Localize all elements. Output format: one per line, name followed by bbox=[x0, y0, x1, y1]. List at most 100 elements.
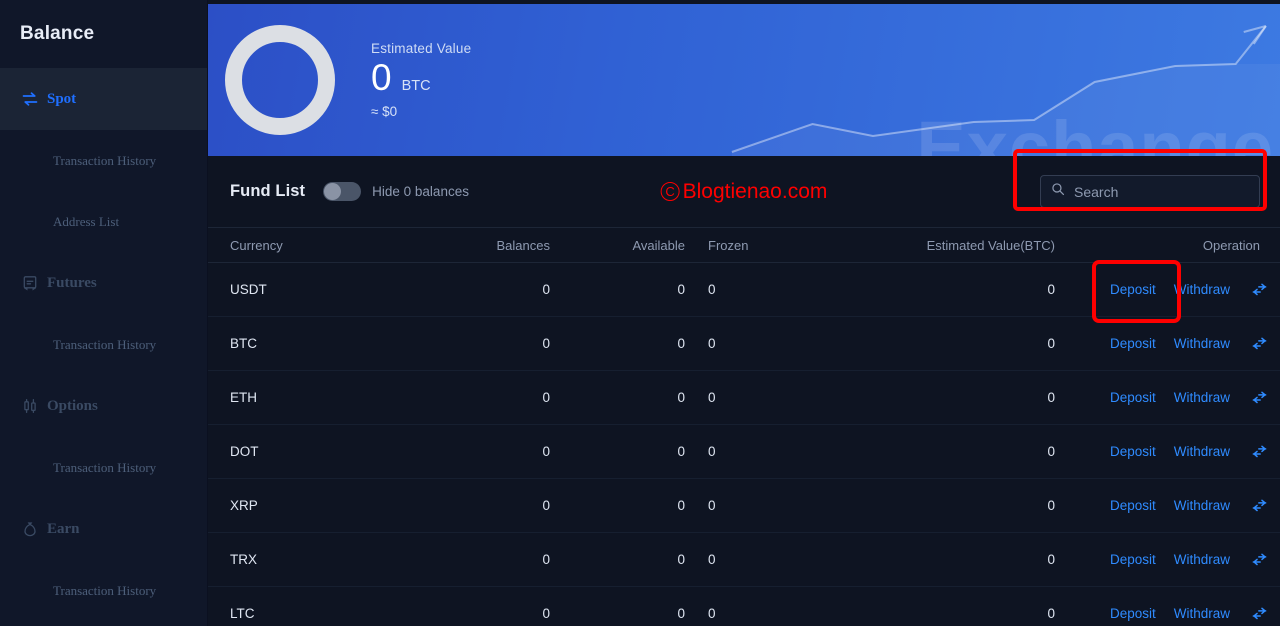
estimated-value-amount: 0 bbox=[371, 56, 392, 98]
transfer-icon[interactable] bbox=[1251, 281, 1268, 298]
sidebar-subitem-label: Address List bbox=[53, 213, 120, 229]
money-bag-icon bbox=[22, 521, 38, 537]
cell-operation: Deposit Withdraw bbox=[1055, 438, 1268, 465]
cell-currency: TRX bbox=[230, 552, 257, 567]
sidebar-item-spot[interactable]: Spot bbox=[0, 68, 207, 130]
balance-donut-chart bbox=[225, 25, 335, 135]
col-header-currency: Currency bbox=[230, 237, 283, 253]
sidebar-subitem-transaction-history[interactable]: Transaction History bbox=[0, 130, 207, 191]
table-row: XRP 0 0 0 0 Deposit Withdraw bbox=[208, 479, 1280, 533]
transfer-icon[interactable] bbox=[1251, 389, 1268, 406]
table-row: USDT 0 0 0 0 Deposit Withdraw bbox=[208, 260, 1280, 323]
deposit-button[interactable]: Deposit bbox=[1101, 384, 1165, 411]
sidebar-item-futures[interactable]: Futures bbox=[0, 252, 207, 314]
cell-available: 0 bbox=[677, 552, 685, 567]
withdraw-button[interactable]: Withdraw bbox=[1165, 330, 1239, 357]
watermark-text: Blogtienao.com bbox=[682, 179, 828, 203]
sidebar-subitem-label: Transaction History bbox=[53, 152, 157, 168]
cell-available: 0 bbox=[677, 390, 685, 405]
cell-operation: Deposit Withdraw bbox=[1055, 330, 1268, 357]
sidebar: Balance Spot Transaction History Address L… bbox=[0, 0, 208, 626]
col-header-balances: Balances bbox=[496, 237, 550, 253]
sidebar-subitem-transaction-history[interactable]: Transaction History bbox=[0, 560, 207, 621]
main-content: Exchange Estimated Value 0 BTC ≈ $0 Fund… bbox=[208, 0, 1280, 626]
cell-frozen: 0 bbox=[708, 552, 716, 567]
cell-operation: Deposit Withdraw bbox=[1055, 600, 1268, 626]
transfer-icon[interactable] bbox=[1251, 497, 1268, 514]
table-row: ETH 0 0 0 0 Deposit Withdraw bbox=[208, 371, 1280, 425]
cell-operation: Deposit Withdraw bbox=[1055, 492, 1268, 519]
sidebar-subitem-label: Transaction History bbox=[53, 459, 157, 475]
sidebar-item-label: Futures bbox=[47, 274, 97, 291]
cell-balances: 0 bbox=[542, 336, 550, 351]
fund-list-toolbar: Fund List Hide 0 balances C Blogtienao.c… bbox=[208, 149, 1280, 228]
cell-balances: 0 bbox=[542, 498, 550, 513]
col-header-operation: Operation bbox=[1202, 237, 1260, 253]
cell-balances: 0 bbox=[542, 390, 550, 405]
withdraw-button[interactable]: Withdraw bbox=[1165, 546, 1239, 573]
deposit-button[interactable]: Deposit bbox=[1091, 260, 1181, 323]
cell-operation: Deposit Withdraw bbox=[1055, 384, 1268, 411]
table-header-row: Currency Balances Available Frozen Estim… bbox=[208, 228, 1280, 263]
search-icon bbox=[1051, 182, 1065, 201]
deposit-button[interactable]: Deposit bbox=[1101, 438, 1165, 465]
transfer-icon[interactable] bbox=[1251, 605, 1268, 622]
table-row: TRX 0 0 0 0 Deposit Withdraw bbox=[208, 533, 1280, 587]
withdraw-button[interactable]: Withdraw bbox=[1165, 276, 1239, 303]
sidebar-subitem-transaction-history[interactable]: Transaction History bbox=[0, 314, 207, 375]
sidebar-item-options[interactable]: Options bbox=[0, 375, 207, 437]
cell-currency: BTC bbox=[230, 336, 257, 351]
cell-available: 0 bbox=[677, 498, 685, 513]
withdraw-button[interactable]: Withdraw bbox=[1165, 492, 1239, 519]
site-watermark: C Blogtienao.com bbox=[660, 179, 828, 204]
deposit-button[interactable]: Deposit bbox=[1101, 492, 1165, 519]
cell-operation: Deposit Withdraw bbox=[1055, 546, 1268, 573]
copyright-icon: C bbox=[660, 182, 680, 201]
transfer-icon[interactable] bbox=[1251, 335, 1268, 352]
withdraw-button[interactable]: Withdraw bbox=[1165, 384, 1239, 411]
sidebar-item-label: Earn bbox=[47, 520, 80, 537]
sidebar-item-earn[interactable]: Earn bbox=[0, 498, 207, 560]
cell-frozen: 0 bbox=[708, 606, 716, 621]
deposit-button[interactable]: Deposit bbox=[1101, 546, 1165, 573]
cell-estimated: 0 bbox=[1047, 336, 1055, 351]
search-box[interactable] bbox=[1040, 175, 1260, 208]
table-row: LTC 0 0 0 0 Deposit Withdraw bbox=[208, 587, 1280, 626]
estimated-value-usd: ≈ $0 bbox=[371, 104, 398, 120]
estimated-value-block: Estimated Value 0 BTC ≈ $0 bbox=[371, 41, 471, 120]
hide-zero-balances-toggle[interactable] bbox=[323, 182, 362, 201]
withdraw-button[interactable]: Withdraw bbox=[1165, 438, 1239, 465]
table-row: DOT 0 0 0 0 Deposit Withdraw bbox=[208, 425, 1280, 479]
transfer-icon[interactable] bbox=[1251, 551, 1268, 568]
search-input[interactable] bbox=[1074, 183, 1249, 200]
cell-frozen: 0 bbox=[708, 282, 716, 297]
page-title: Balance bbox=[20, 23, 95, 44]
cell-currency: USDT bbox=[230, 282, 267, 297]
cell-estimated: 0 bbox=[1047, 390, 1055, 405]
table-body: USDT 0 0 0 0 Deposit Withdraw BTC 0 0 0 0 Deposit Wit… bbox=[208, 260, 1280, 626]
sidebar-subitem-address-list[interactable]: Address List bbox=[0, 191, 207, 252]
swap-icon bbox=[22, 91, 38, 107]
estimated-value-label: Estimated Value bbox=[371, 40, 472, 56]
deposit-button[interactable]: Deposit bbox=[1101, 600, 1165, 626]
withdraw-button[interactable]: Withdraw bbox=[1165, 600, 1239, 626]
cell-frozen: 0 bbox=[708, 444, 716, 459]
fund-list-table: Currency Balances Available Frozen Estim… bbox=[208, 228, 1280, 626]
col-header-estimated: Estimated Value(BTC) bbox=[926, 237, 1055, 253]
sidebar-subitem-label: Transaction History bbox=[53, 336, 157, 352]
cell-currency: XRP bbox=[230, 498, 258, 513]
cell-currency: DOT bbox=[230, 444, 259, 459]
sidebar-nav: Spot Transaction History Address List Futur… bbox=[0, 68, 207, 621]
transfer-icon[interactable] bbox=[1251, 443, 1268, 460]
cell-available: 0 bbox=[677, 606, 685, 621]
cell-balances: 0 bbox=[542, 444, 550, 459]
balance-banner: Exchange Estimated Value 0 BTC ≈ $0 bbox=[208, 4, 1280, 156]
hide-zero-balances-label: Hide 0 balances bbox=[372, 184, 469, 199]
cell-currency: LTC bbox=[230, 606, 255, 621]
cell-estimated: 0 bbox=[1047, 282, 1055, 297]
deposit-button[interactable]: Deposit bbox=[1101, 330, 1165, 357]
cell-estimated: 0 bbox=[1047, 606, 1055, 621]
cell-available: 0 bbox=[677, 282, 685, 297]
sidebar-subitem-transaction-history[interactable]: Transaction History bbox=[0, 437, 207, 498]
cell-estimated: 0 bbox=[1047, 444, 1055, 459]
